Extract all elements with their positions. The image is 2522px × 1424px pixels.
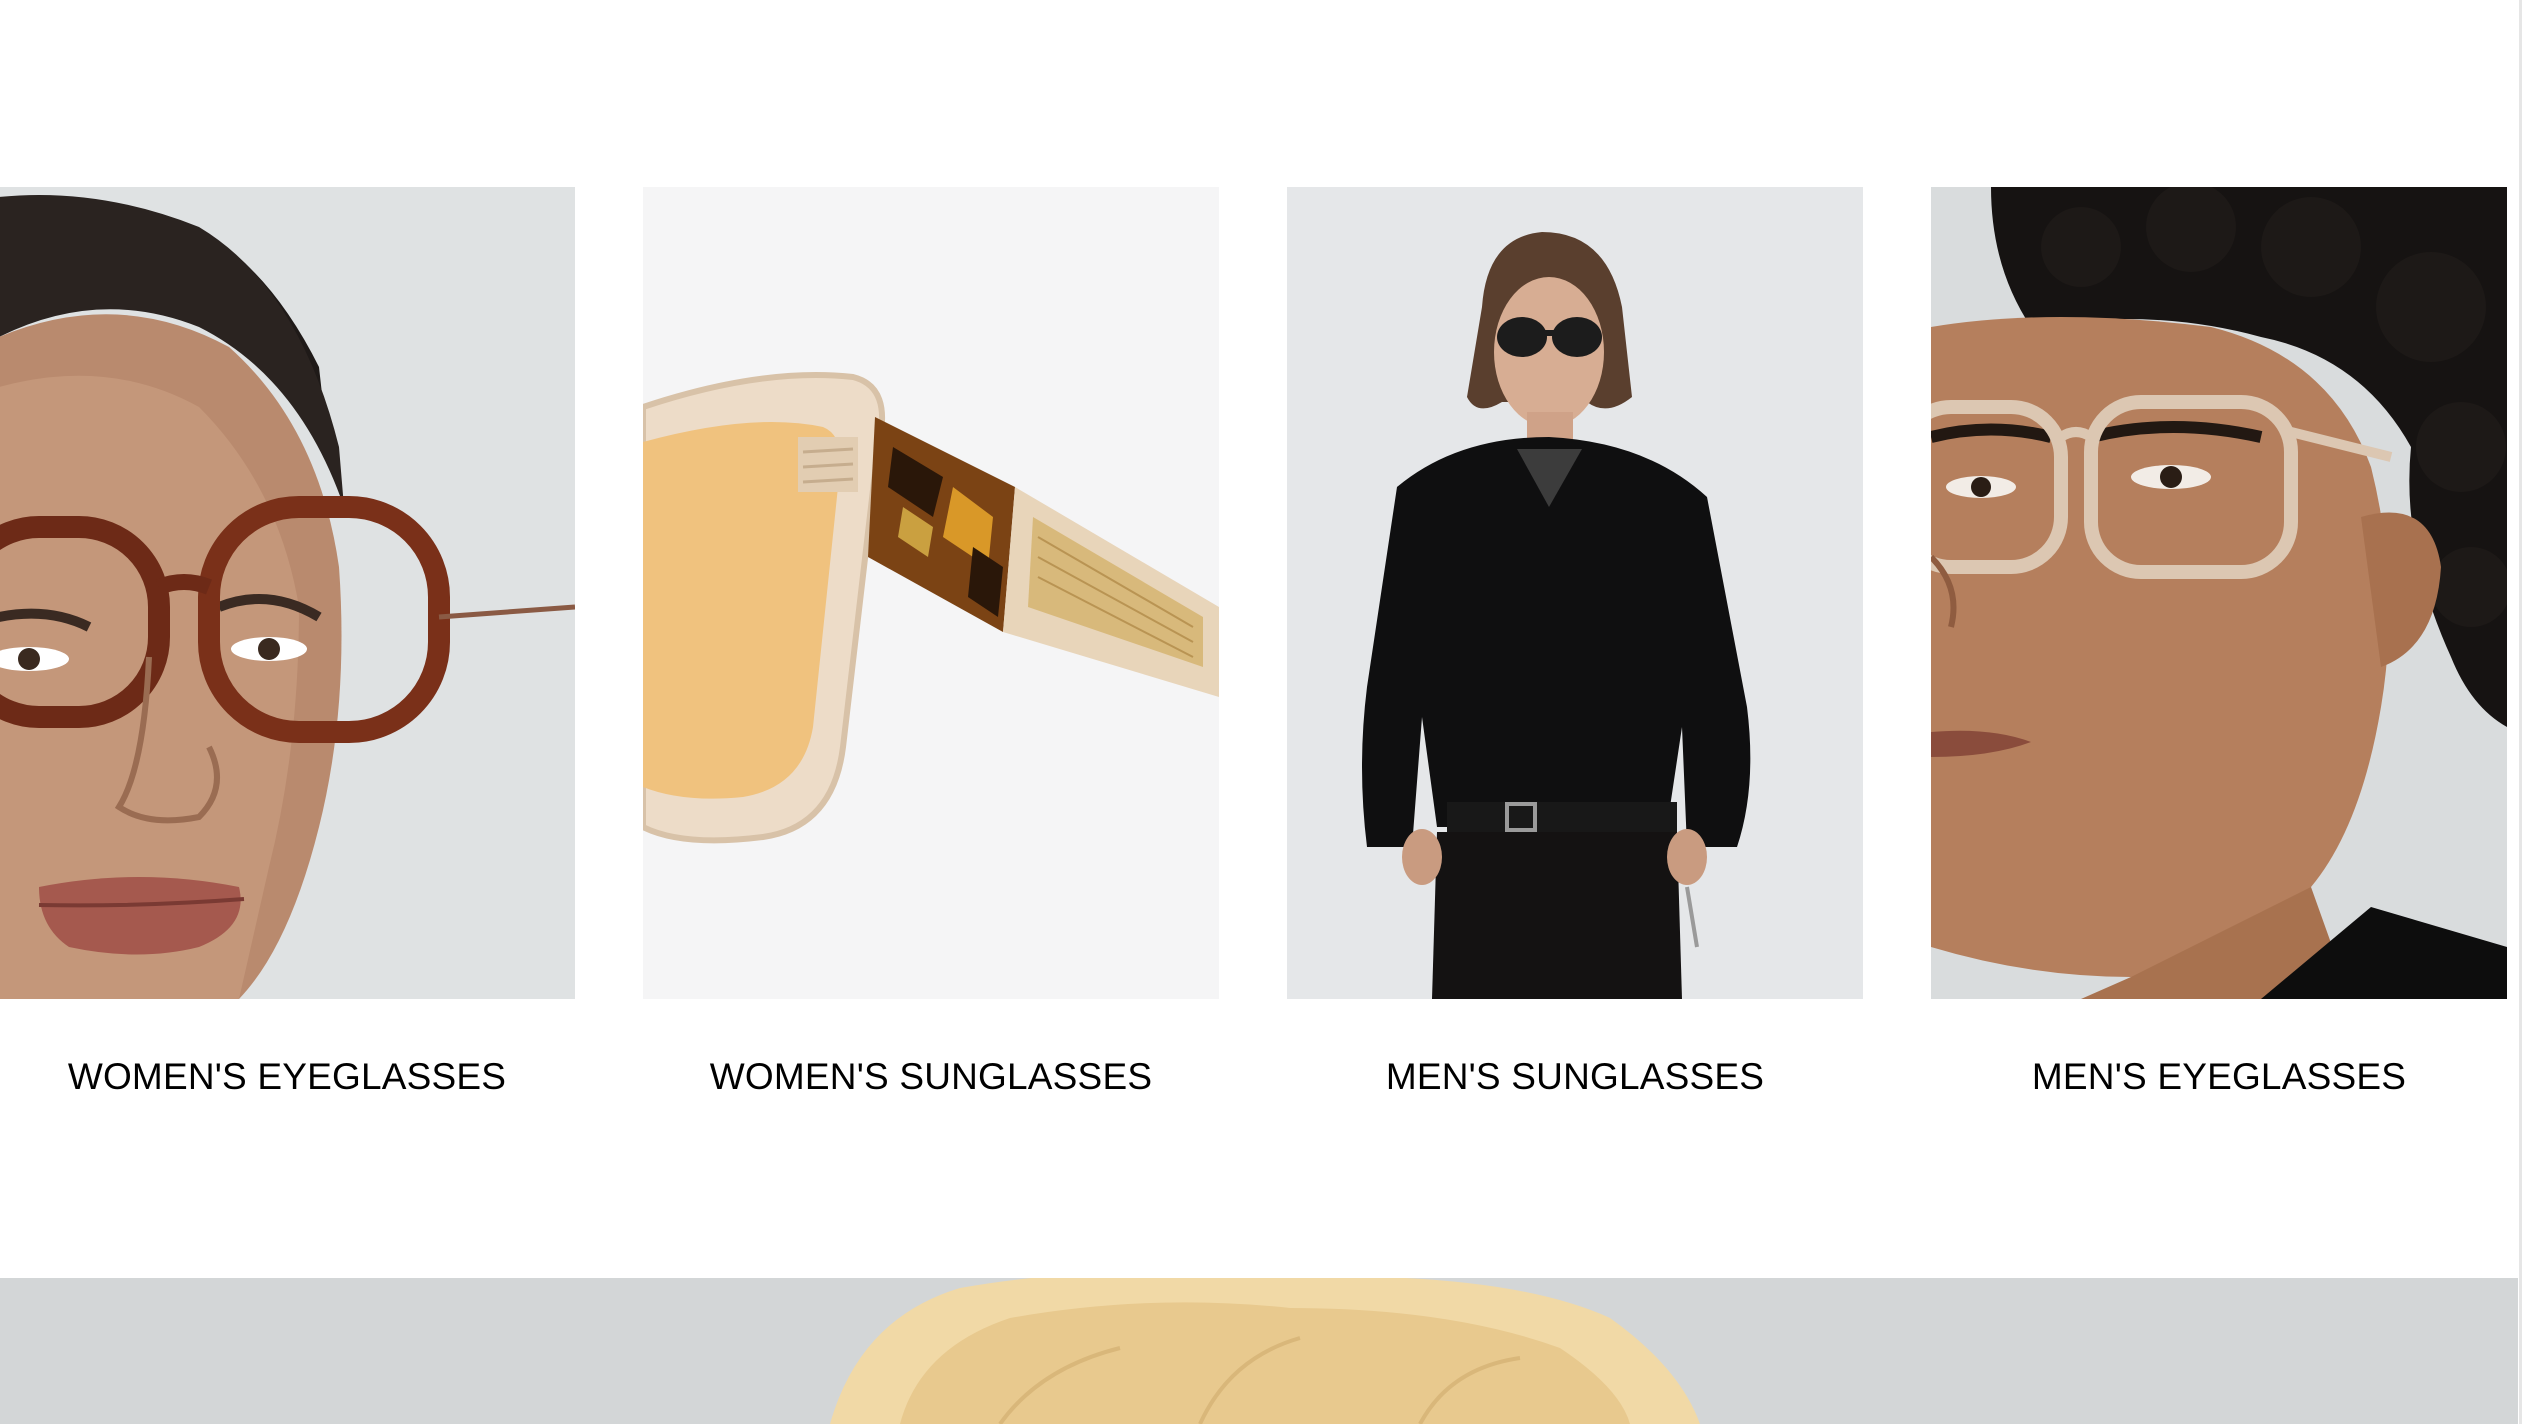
- womens-sunglasses-image[interactable]: [643, 187, 1219, 999]
- hero-banner[interactable]: [0, 1278, 2518, 1424]
- page: WOMEN'S EYEGLASSES WOMEN'S SUNGLASSES ME…: [0, 0, 2522, 1424]
- category-card-mens-eyeglasses[interactable]: MEN'S EYEGLASSES: [1931, 187, 2507, 1117]
- mens-sunglasses-image[interactable]: [1287, 187, 1863, 999]
- womens-eyeglasses-image[interactable]: [0, 187, 575, 999]
- mens-eyeglasses-image[interactable]: [1931, 187, 2507, 999]
- category-card-mens-sunglasses[interactable]: MEN'S SUNGLASSES: [1287, 187, 1863, 1117]
- category-label[interactable]: WOMEN'S EYEGLASSES: [0, 1055, 575, 1099]
- category-card-womens-sunglasses[interactable]: WOMEN'S SUNGLASSES: [643, 187, 1219, 1117]
- category-label[interactable]: MEN'S SUNGLASSES: [1287, 1055, 1863, 1099]
- category-label[interactable]: MEN'S EYEGLASSES: [1931, 1055, 2507, 1099]
- category-card-womens-eyeglasses[interactable]: WOMEN'S EYEGLASSES: [0, 187, 575, 1117]
- category-label[interactable]: WOMEN'S SUNGLASSES: [643, 1055, 1219, 1099]
- category-grid: WOMEN'S EYEGLASSES WOMEN'S SUNGLASSES ME…: [0, 187, 2522, 1117]
